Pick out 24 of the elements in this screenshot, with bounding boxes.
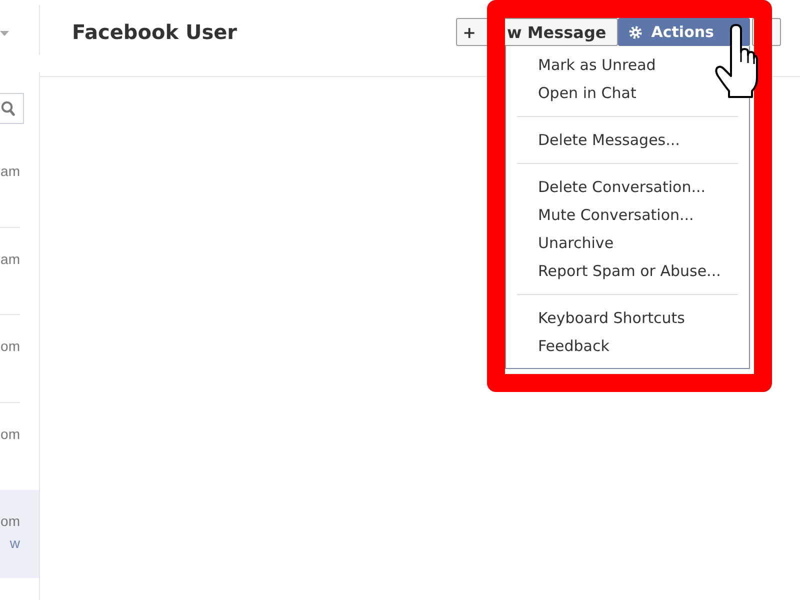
gear-icon (629, 26, 642, 38)
thread-item[interactable]: om w (0, 490, 39, 578)
caret-icon[interactable] (0, 31, 9, 36)
thread-item[interactable]: am (0, 140, 39, 228)
thread-text: om (0, 424, 20, 444)
thread-item[interactable]: om (0, 315, 39, 402)
actions-button[interactable]: Actions (618, 18, 750, 46)
menu-item[interactable]: Delete Messages... (506, 126, 749, 154)
conversation-title: Facebook User (72, 19, 238, 46)
thread-item[interactable]: om (0, 402, 39, 490)
thread-text: om (0, 337, 20, 356)
menu-item[interactable]: Report Spam or Abuse... (506, 257, 749, 285)
thread-text: am (0, 250, 20, 268)
thread-text: om (0, 512, 20, 531)
menu-item[interactable]: Feedback (506, 332, 749, 360)
thread-text: am (0, 162, 20, 181)
thread-text: w (8, 534, 20, 553)
search-icon (1, 101, 15, 116)
menu-item[interactable]: Keyboard Shortcuts (506, 304, 749, 332)
menu-item[interactable]: Delete Conversation... (506, 173, 749, 201)
search-field[interactable] (0, 93, 24, 124)
menu-item[interactable]: Mute Conversation... (506, 201, 749, 229)
menu-item[interactable]: Unarchive (506, 229, 749, 257)
thread-item[interactable]: am (0, 228, 39, 315)
